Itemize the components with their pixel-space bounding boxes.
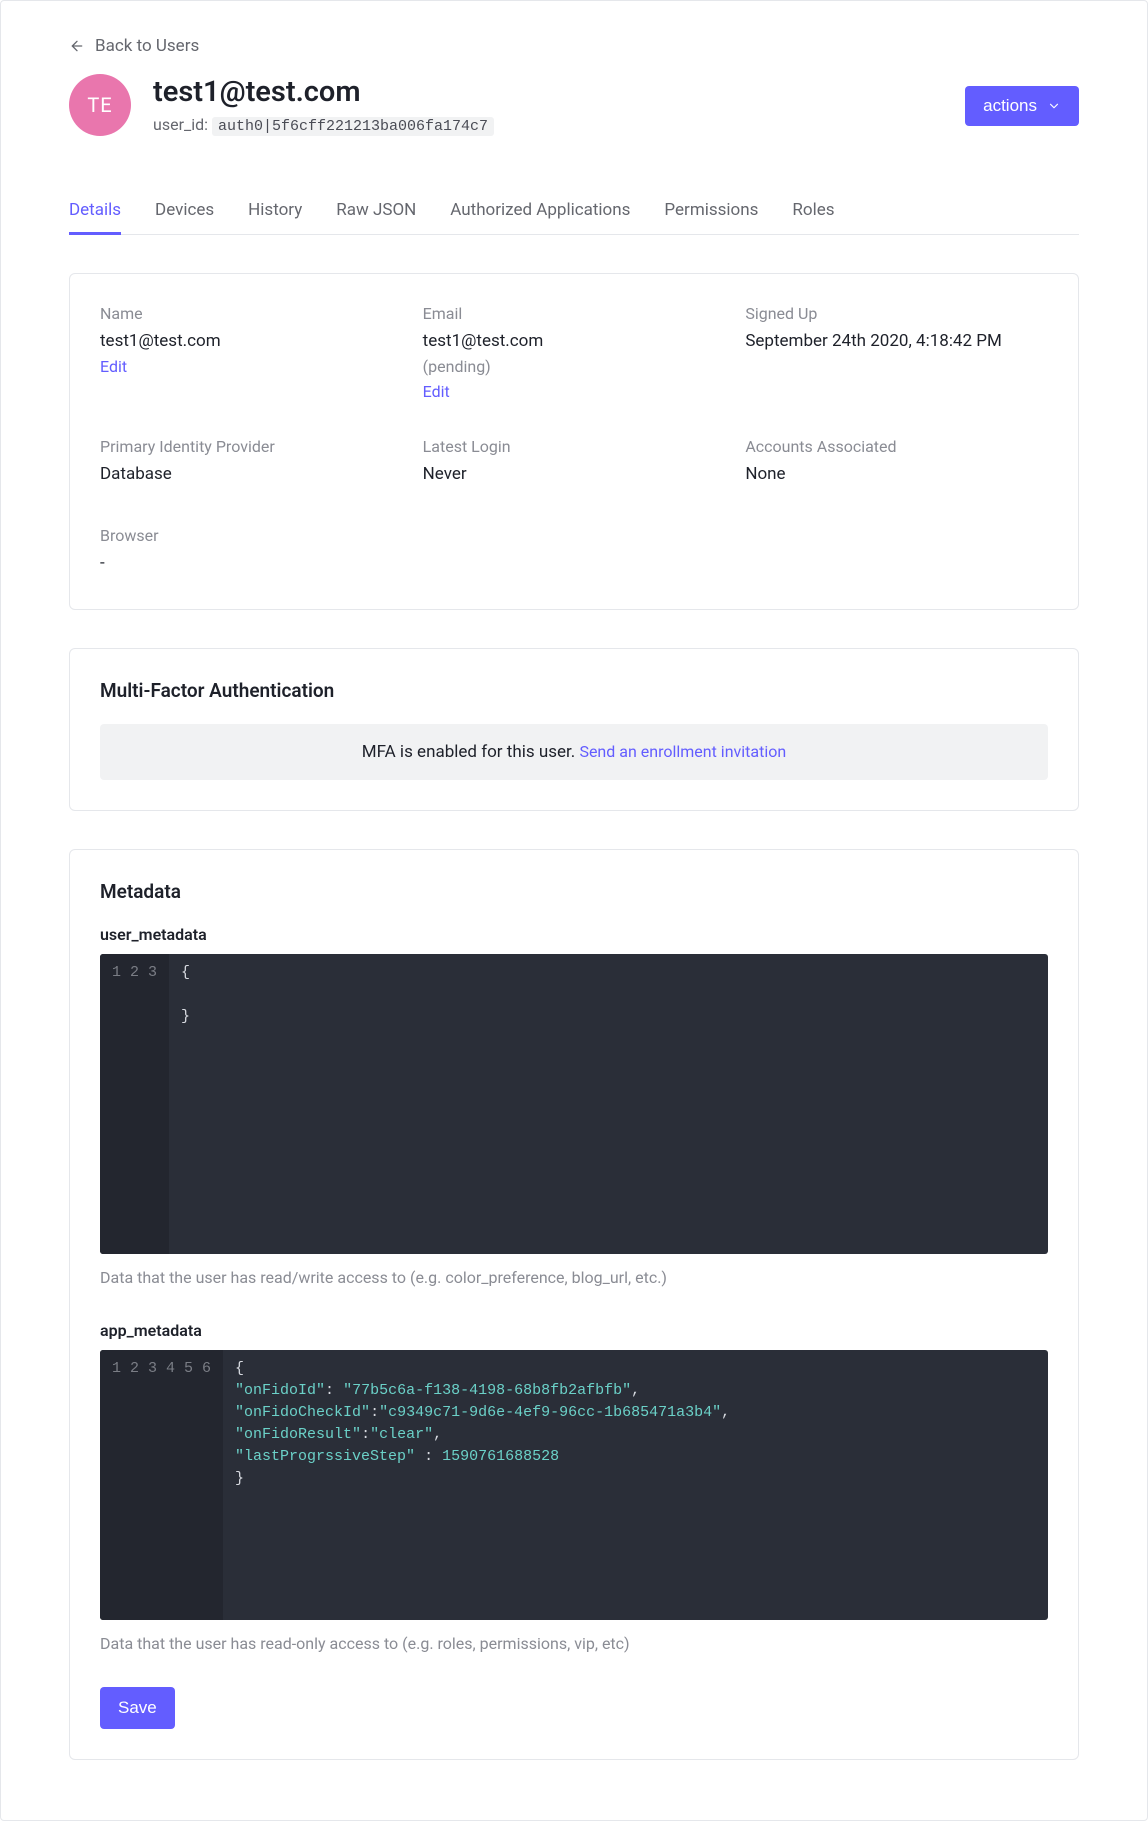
field-value-accounts: None: [745, 464, 1048, 484]
user-metadata-label: user_metadata: [100, 925, 1048, 944]
field-label-provider: Primary Identity Provider: [100, 437, 403, 456]
field-value-name: test1@test.com: [100, 331, 403, 351]
chevron-down-icon: [1047, 99, 1061, 113]
editor-code[interactable]: { }: [169, 954, 1048, 1254]
app-metadata-hint: Data that the user has read-only access …: [100, 1634, 1048, 1653]
mfa-enroll-link[interactable]: Send an enrollment invitation: [579, 742, 786, 761]
user-id-label: user_id:: [153, 115, 208, 134]
avatar: TE: [69, 74, 131, 136]
field-label-email: Email: [423, 304, 726, 323]
mfa-title: Multi-Factor Authentication: [100, 679, 1048, 702]
tab-raw-json[interactable]: Raw JSON: [336, 188, 416, 234]
edit-email-link[interactable]: Edit: [423, 382, 726, 401]
actions-label: actions: [983, 96, 1037, 116]
tab-roles[interactable]: Roles: [792, 188, 834, 234]
field-label-login: Latest Login: [423, 437, 726, 456]
field-label-name: Name: [100, 304, 403, 323]
back-label: Back to Users: [95, 36, 199, 56]
app-metadata-editor[interactable]: 1 2 3 4 5 6 { "onFidoId": "77b5c6a-f138-…: [100, 1350, 1048, 1620]
save-button[interactable]: Save: [100, 1687, 175, 1729]
editor-gutter: 1 2 3 4 5 6: [100, 1350, 223, 1620]
metadata-card: Metadata user_metadata 1 2 3 { } Data th…: [69, 849, 1079, 1760]
field-label-browser: Browser: [100, 526, 403, 545]
field-label-signedup: Signed Up: [745, 304, 1048, 323]
arrow-left-icon: [69, 38, 85, 54]
field-note-email: (pending): [423, 357, 726, 376]
back-to-users-link[interactable]: Back to Users: [69, 36, 199, 56]
app-metadata-label: app_metadata: [100, 1321, 1048, 1340]
field-value-signedup: September 24th 2020, 4:18:42 PM: [745, 331, 1048, 351]
tab-devices[interactable]: Devices: [155, 188, 214, 234]
field-value-email: test1@test.com: [423, 331, 726, 351]
field-label-accounts: Accounts Associated: [745, 437, 1048, 456]
tab-permissions[interactable]: Permissions: [664, 188, 758, 234]
mfa-text: MFA is enabled for this user.: [362, 742, 580, 762]
mfa-card: Multi-Factor Authentication MFA is enabl…: [69, 648, 1079, 811]
editor-code[interactable]: { "onFidoId": "77b5c6a-f138-4198-68b8fb2…: [223, 1350, 1048, 1620]
field-value-login: Never: [423, 464, 726, 484]
user-metadata-hint: Data that the user has read/write access…: [100, 1268, 1048, 1287]
field-value-browser: -: [100, 553, 403, 573]
metadata-title: Metadata: [100, 880, 1048, 903]
page-title: test1@test.com: [153, 75, 494, 109]
tab-history[interactable]: History: [248, 188, 302, 234]
mfa-banner: MFA is enabled for this user. Send an en…: [100, 724, 1048, 780]
tabs: Details Devices History Raw JSON Authorized …: [69, 188, 1079, 235]
tab-authorized-applications[interactable]: Authorized Applications: [450, 188, 630, 234]
editor-gutter: 1 2 3: [100, 954, 169, 1254]
field-value-provider: Database: [100, 464, 403, 484]
user-id-value: auth0|5f6cff221213ba006fa174c7: [212, 117, 494, 136]
tab-details[interactable]: Details: [69, 188, 121, 235]
user-info-card: Name test1@test.com Edit Email test1@tes…: [69, 273, 1079, 610]
edit-name-link[interactable]: Edit: [100, 357, 403, 376]
actions-button[interactable]: actions: [965, 86, 1079, 126]
user-metadata-editor[interactable]: 1 2 3 { }: [100, 954, 1048, 1254]
